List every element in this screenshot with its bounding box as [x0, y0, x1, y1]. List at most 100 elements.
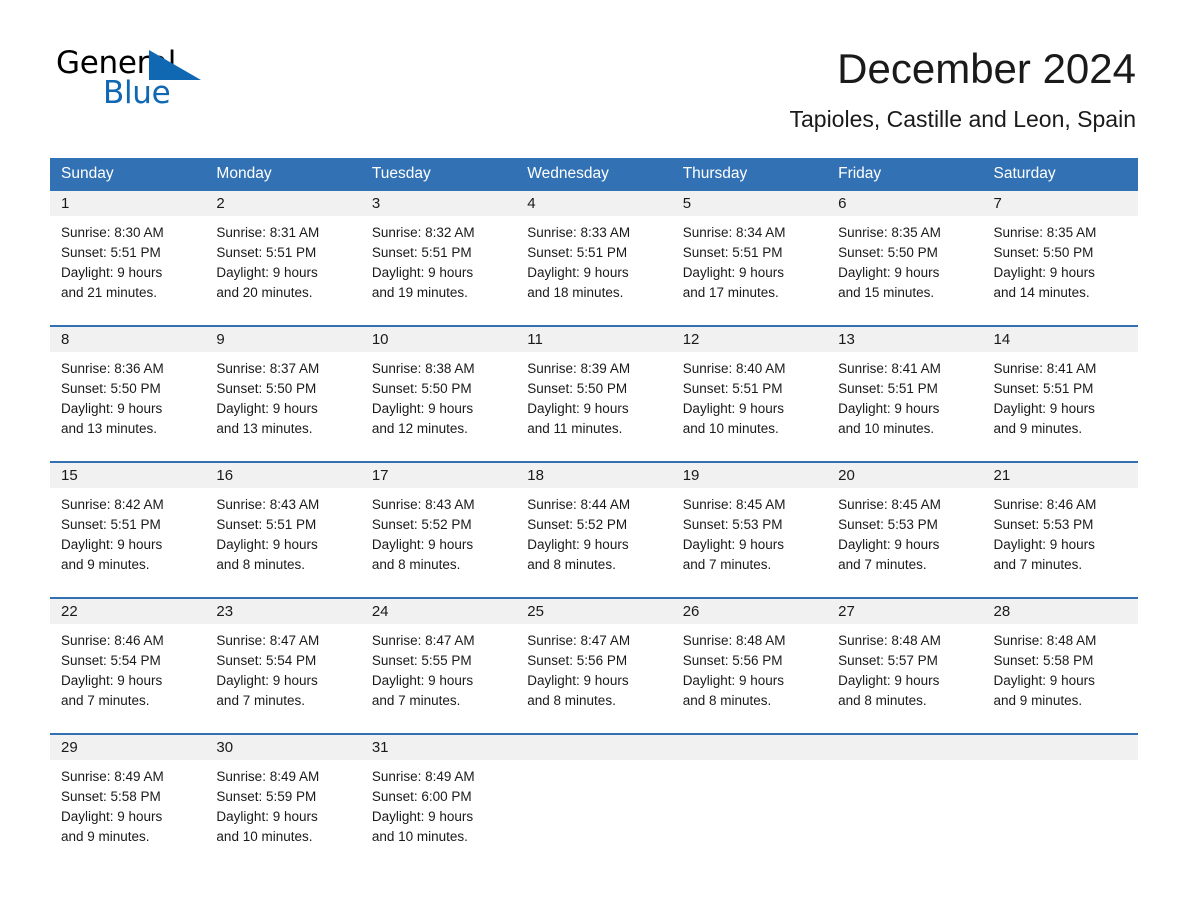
day-number[interactable]: 24 [361, 599, 516, 624]
day-number-strip: 22 23 24 25 26 27 28 [50, 599, 1138, 624]
daylight-text-line1: Daylight: 9 hours [61, 809, 163, 824]
sunset-text: Sunset: 5:55 PM [371, 653, 472, 668]
sunrise-text: Sunrise: 8:44 AM [527, 497, 631, 512]
day-number[interactable]: 9 [205, 327, 360, 352]
daylight-text-line2: and 8 minutes. [682, 693, 772, 708]
day-number-strip: 29 30 31 [50, 735, 1138, 760]
sunset-text: Sunset: 5:53 PM [838, 517, 938, 532]
sunset-text: Sunset: 5:50 PM [216, 381, 317, 396]
daylight-text-line2: and 17 minutes. [682, 285, 779, 300]
weekday-header-saturday: Saturday [993, 165, 1056, 182]
sunrise-text: Sunrise: 8:38 AM [371, 361, 475, 376]
day-number[interactable]: 30 [205, 735, 360, 760]
day-number[interactable]: 27 [827, 599, 982, 624]
day-number-strip: 8 9 10 11 12 13 14 [50, 327, 1138, 352]
day-number[interactable]: 18 [516, 463, 671, 488]
daylight-text-line2: and 8 minutes. [527, 693, 616, 708]
sunset-text: Sunset: 5:51 PM [61, 245, 161, 260]
day-number[interactable]: 2 [205, 191, 360, 216]
day-number[interactable]: 19 [672, 463, 827, 488]
day-number[interactable]: 26 [672, 599, 827, 624]
sunrise-text: Sunrise: 8:40 AM [682, 361, 786, 376]
sunrise-text: Sunrise: 8:31 AM [216, 225, 320, 240]
day-cell-empty [827, 760, 982, 869]
day-number[interactable]: 22 [50, 599, 205, 624]
sunrise-text: Sunrise: 8:48 AM [682, 633, 786, 648]
sunrise-text: Sunrise: 8:49 AM [216, 769, 320, 784]
sunrise-text: Sunrise: 8:47 AM [527, 633, 631, 648]
day-number[interactable]: 16 [205, 463, 360, 488]
day-detail-strip: Sunrise: 8:30 AM Sunset: 5:51 PM Dayligh… [50, 216, 1138, 325]
day-number[interactable]: 28 [983, 599, 1138, 624]
day-number[interactable]: 11 [516, 327, 671, 352]
sunset-text: Sunset: 5:51 PM [216, 245, 317, 260]
sunset-text: Sunset: 5:51 PM [682, 245, 783, 260]
day-cell: Sunrise: 8:46 AM Sunset: 5:53 PM Dayligh… [983, 488, 1138, 597]
day-number[interactable]: 31 [361, 735, 516, 760]
daylight-text-line1: Daylight: 9 hours [838, 673, 940, 688]
sunset-text: Sunset: 5:51 PM [61, 517, 161, 532]
day-cell: Sunrise: 8:48 AM Sunset: 5:57 PM Dayligh… [827, 624, 982, 733]
day-number[interactable]: 1 [50, 191, 205, 216]
calendar-week-row: 22 23 24 25 26 27 28 Sunrise: 8:46 AM Su… [50, 597, 1138, 733]
weekday-header-row: Sunday Monday Tuesday Wednesday Thursday… [50, 158, 1138, 189]
daylight-text-line2: and 14 minutes. [993, 285, 1090, 300]
day-number[interactable]: 13 [827, 327, 982, 352]
daylight-text-line2: and 18 minutes. [527, 285, 624, 300]
sunset-text: Sunset: 5:51 PM [371, 245, 472, 260]
day-cell: Sunrise: 8:44 AM Sunset: 5:52 PM Dayligh… [516, 488, 671, 597]
daylight-text-line2: and 10 minutes. [682, 421, 779, 436]
day-cell: Sunrise: 8:37 AM Sunset: 5:50 PM Dayligh… [205, 352, 360, 461]
day-cell: Sunrise: 8:49 AM Sunset: 6:00 PM Dayligh… [361, 760, 516, 869]
daylight-text-line1: Daylight: 9 hours [216, 265, 318, 280]
day-detail-strip: Sunrise: 8:46 AM Sunset: 5:54 PM Dayligh… [50, 624, 1138, 733]
day-number[interactable]: 14 [983, 327, 1138, 352]
sunrise-text: Sunrise: 8:46 AM [61, 633, 164, 648]
day-number[interactable]: 4 [516, 191, 671, 216]
day-number[interactable]: 15 [50, 463, 205, 488]
daylight-text-line2: and 9 minutes. [61, 829, 150, 844]
day-number[interactable]: 6 [827, 191, 982, 216]
daylight-text-line1: Daylight: 9 hours [216, 673, 318, 688]
weekday-header-wednesday: Wednesday [527, 165, 609, 182]
calendar-week-row: 29 30 31 Sunrise: 8:49 AM Sunset: 5:58 P… [50, 733, 1138, 869]
daylight-text-line1: Daylight: 9 hours [216, 537, 318, 552]
daylight-text-line1: Daylight: 9 hours [838, 265, 940, 280]
day-cell: Sunrise: 8:45 AM Sunset: 5:53 PM Dayligh… [672, 488, 827, 597]
day-cell: Sunrise: 8:35 AM Sunset: 5:50 PM Dayligh… [983, 216, 1138, 325]
day-number[interactable]: 7 [983, 191, 1138, 216]
daylight-text-line2: and 10 minutes. [216, 829, 313, 844]
day-number[interactable]: 23 [205, 599, 360, 624]
daylight-text-line1: Daylight: 9 hours [527, 673, 629, 688]
daylight-text-line1: Daylight: 9 hours [682, 265, 784, 280]
day-number[interactable]: 17 [361, 463, 516, 488]
sunrise-text: Sunrise: 8:37 AM [216, 361, 320, 376]
daylight-text-line1: Daylight: 9 hours [371, 265, 474, 280]
day-number[interactable]: 10 [361, 327, 516, 352]
day-number[interactable]: 21 [983, 463, 1138, 488]
sunrise-text: Sunrise: 8:45 AM [682, 497, 786, 512]
calendar-week-row: 1 2 3 4 5 6 7 Sunrise: 8:30 AM Sunset: 5… [50, 189, 1138, 325]
daylight-text-line1: Daylight: 9 hours [527, 537, 629, 552]
generalblue-logo[interactable]: General Blue [56, 46, 216, 116]
day-number[interactable]: 8 [50, 327, 205, 352]
sunrise-text: Sunrise: 8:47 AM [371, 633, 475, 648]
day-number[interactable]: 20 [827, 463, 982, 488]
day-number[interactable]: 29 [50, 735, 205, 760]
day-cell: Sunrise: 8:45 AM Sunset: 5:53 PM Dayligh… [827, 488, 982, 597]
day-number[interactable]: 25 [516, 599, 671, 624]
daylight-text-line2: and 9 minutes. [993, 421, 1083, 436]
day-cell: Sunrise: 8:31 AM Sunset: 5:51 PM Dayligh… [205, 216, 360, 325]
day-number[interactable]: 3 [361, 191, 516, 216]
daylight-text-line1: Daylight: 9 hours [371, 401, 474, 416]
day-number[interactable]: 5 [672, 191, 827, 216]
day-cell: Sunrise: 8:43 AM Sunset: 5:51 PM Dayligh… [205, 488, 360, 597]
day-number[interactable]: 12 [672, 327, 827, 352]
logo-text-blue: Blue [103, 75, 171, 111]
sunset-text: Sunset: 5:57 PM [838, 653, 938, 668]
day-cell-empty [672, 760, 827, 869]
weekday-header-monday: Monday [216, 165, 272, 182]
daylight-text-line1: Daylight: 9 hours [682, 401, 784, 416]
day-number-empty [983, 735, 1138, 760]
sunset-text: Sunset: 5:51 PM [838, 381, 938, 396]
